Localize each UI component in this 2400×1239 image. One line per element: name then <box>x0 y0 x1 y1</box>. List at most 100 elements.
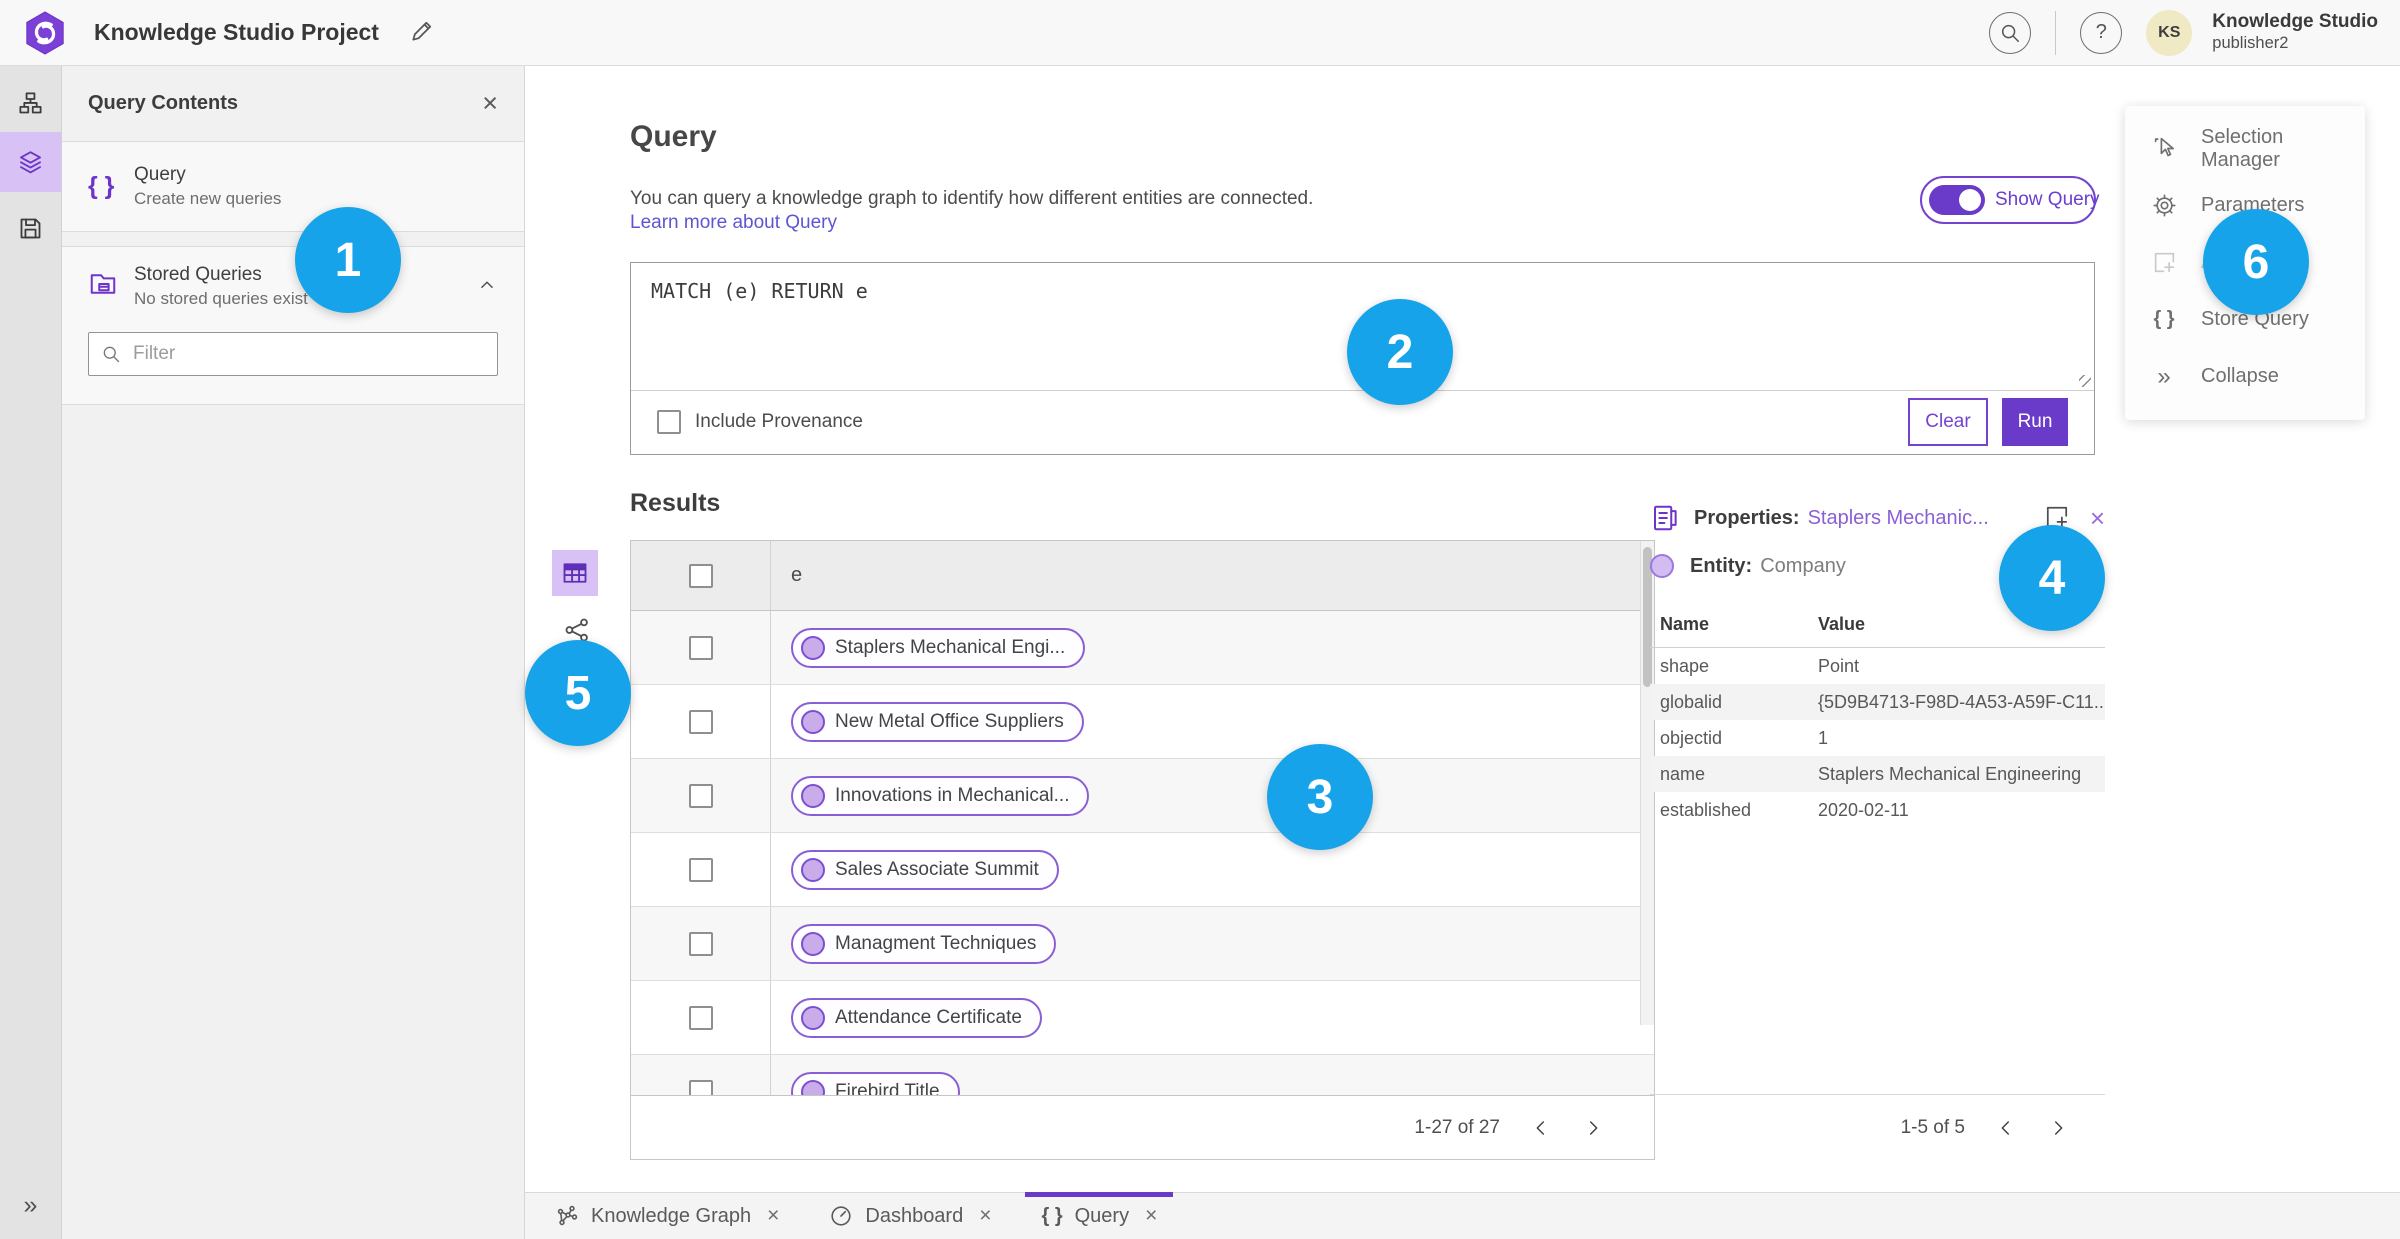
name-column-header: Name <box>1660 614 1710 634</box>
user-block[interactable]: Knowledge Studio publisher2 <box>2212 11 2378 54</box>
entity-pill[interactable]: New Metal Office Suppliers <box>791 701 1084 742</box>
contents-item-query[interactable]: { } Query Create new queries <box>62 142 524 232</box>
tab-dashboard[interactable]: Dashboard × <box>813 1193 1007 1239</box>
include-provenance-label: Include Provenance <box>695 411 863 432</box>
store-query-icon: { } <box>2153 308 2175 330</box>
row-checkbox[interactable] <box>688 857 713 882</box>
entity-dot-icon <box>801 1079 825 1095</box>
expand-rail-button[interactable]: » <box>0 1190 61 1221</box>
tab-close-icon[interactable]: × <box>767 1204 779 1228</box>
table-view-button[interactable] <box>552 550 598 596</box>
query-curly-icon: { } <box>88 172 115 200</box>
property-value: 1 <box>1818 727 1829 748</box>
results-next-page-icon[interactable] <box>1582 1117 1604 1139</box>
select-all-checkbox[interactable] <box>688 563 713 588</box>
entity-cell: Sales Associate Summit <box>771 833 1654 906</box>
filter-input[interactable] <box>88 331 498 376</box>
topbar: Knowledge Studio Project ? KS Knowledge … <box>0 0 2400 66</box>
entity-pill[interactable]: Managment Techniques <box>791 923 1057 964</box>
entity-cell: Managment Techniques <box>771 907 1654 980</box>
tab-label: Knowledge Graph <box>591 1204 752 1227</box>
results-title: Results <box>630 488 721 517</box>
resize-handle[interactable] <box>2079 375 2091 387</box>
tab-query[interactable]: { } Query × <box>1025 1192 1174 1239</box>
rail-data-model-button[interactable] <box>0 78 61 128</box>
entity-dot-icon <box>801 931 825 956</box>
property-value: Staplers Mechanical Engineering <box>1818 763 2082 784</box>
row-checkbox[interactable] <box>688 1005 713 1030</box>
toggle-switch[interactable] <box>1929 185 1985 215</box>
collapse-section-icon[interactable] <box>476 274 498 299</box>
properties-pagination-range: 1-5 of 5 <box>1900 1116 1965 1138</box>
action-item-collapse[interactable]: » Collapse <box>2125 348 2365 405</box>
row-checkbox-cell <box>631 981 771 1054</box>
entity-pill[interactable]: Firebird Title <box>791 1071 960 1096</box>
avatar[interactable]: KS <box>2146 9 2193 56</box>
annotation-step-3: 3 <box>1267 744 1373 850</box>
entity-pill-label: Managment Techniques <box>835 932 1037 954</box>
entity-pill[interactable]: Attendance Certificate <box>791 997 1042 1038</box>
property-row: objectid 1 <box>1650 720 2105 756</box>
search-button[interactable] <box>1989 11 2032 54</box>
stored-queries-header[interactable]: Stored Queries No stored queries exist <box>88 263 498 310</box>
entity-pill-label: Firebird Title <box>835 1080 940 1096</box>
property-name: objectid <box>1660 727 1723 748</box>
tab-close-icon[interactable]: × <box>979 1204 991 1228</box>
rail-save-button[interactable] <box>0 203 61 253</box>
action-item-label: Collapse <box>2201 365 2279 387</box>
row-checkbox[interactable] <box>688 931 713 956</box>
tab-knowledge-graph[interactable]: Knowledge Graph × <box>539 1193 795 1239</box>
results-prev-page-icon[interactable] <box>1530 1117 1552 1139</box>
filter-search-icon <box>103 346 120 362</box>
entity-pill-label: Innovations in Mechanical... <box>835 784 1070 806</box>
property-name: shape <box>1660 655 1710 676</box>
property-name: globalid <box>1660 691 1723 712</box>
property-name: established <box>1660 799 1752 820</box>
show-query-toggle[interactable]: Show Query <box>1920 176 2100 224</box>
tab-label: Dashboard <box>865 1204 964 1227</box>
entity-pill[interactable]: Sales Associate Summit <box>791 849 1059 890</box>
edit-title-button[interactable] <box>407 18 437 48</box>
results-table: e Staplers Mechanical Engi... New Metal O… <box>630 540 1655 1160</box>
entity-dot-icon <box>801 857 825 882</box>
user-role: publisher2 <box>2212 34 2289 52</box>
search-icon <box>2002 24 2020 42</box>
layers-icon <box>20 150 41 173</box>
properties-prev-page-icon[interactable] <box>1995 1117 2017 1139</box>
results-table-header: e <box>631 541 1654 611</box>
learn-more-link[interactable]: Learn more about Query <box>630 212 837 234</box>
table-row: New Metal Office Suppliers <box>631 685 1654 759</box>
property-row: shape Point <box>1650 648 2105 684</box>
entity-pill[interactable]: Innovations in Mechanical... <box>791 775 1090 816</box>
filter-field-wrap <box>88 331 498 376</box>
properties-entity-link[interactable]: Staplers Mechanic... <box>1808 507 1989 530</box>
contents-title: Query Contents <box>88 92 239 114</box>
clear-button[interactable]: Clear <box>1908 398 1988 446</box>
entity-cell: Staplers Mechanical Engi... <box>771 611 1654 684</box>
row-checkbox[interactable] <box>688 709 713 734</box>
entity-pill[interactable]: Staplers Mechanical Engi... <box>791 627 1086 668</box>
include-provenance-checkbox[interactable] <box>657 410 681 434</box>
query-item-subtitle: Create new queries <box>134 188 282 208</box>
row-checkbox-cell <box>631 907 771 980</box>
properties-rows: shape Point globalid {5D9B4713-F98D-4A53-A5… <box>1650 648 2105 828</box>
row-checkbox[interactable] <box>688 1079 713 1095</box>
property-row: name Staplers Mechanical Engineering <box>1650 756 2105 792</box>
row-checkbox[interactable] <box>688 783 713 808</box>
help-button[interactable]: ? <box>2080 11 2123 54</box>
query-icon: { } <box>1041 1204 1063 1227</box>
run-button[interactable]: Run <box>2002 398 2068 446</box>
tab-close-icon[interactable]: × <box>1145 1204 1157 1228</box>
app-logo-icon[interactable] <box>22 10 68 56</box>
properties-next-page-icon[interactable] <box>2047 1117 2069 1139</box>
contents-close-icon[interactable]: × <box>482 90 498 117</box>
action-item-selection-manager[interactable]: Selection Manager <box>2125 120 2365 177</box>
entity-dot-icon <box>801 783 825 808</box>
annotation-step-2: 2 <box>1347 299 1453 405</box>
properties-close-icon[interactable]: × <box>2090 505 2105 531</box>
show-query-label: Show Query <box>1995 189 2100 210</box>
row-checkbox[interactable] <box>688 635 713 660</box>
entity-label: Entity: <box>1690 554 1753 577</box>
rail-layers-button[interactable] <box>0 132 61 192</box>
user-name: Knowledge Studio <box>2212 11 2378 33</box>
